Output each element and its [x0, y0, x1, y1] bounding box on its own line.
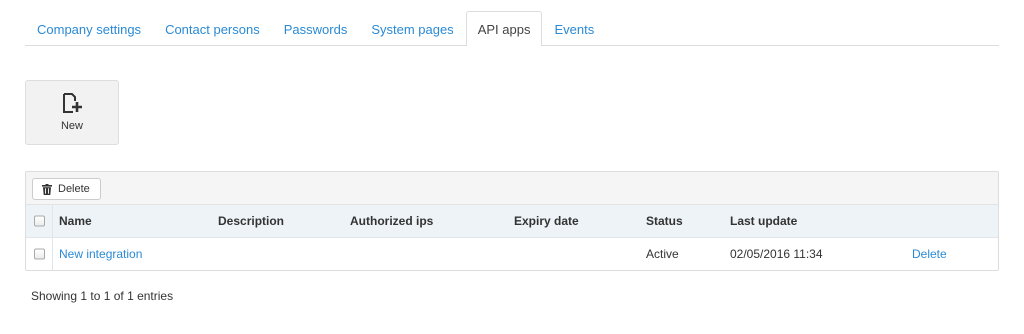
tab-company-settings[interactable]: Company settings — [25, 12, 153, 46]
tab-system-pages[interactable]: System pages — [359, 12, 465, 46]
table-row: New integration Active 02/05/2016 11:34 … — [26, 238, 998, 270]
tab-passwords[interactable]: Passwords — [272, 12, 360, 46]
table-toolbar: Delete — [26, 172, 998, 205]
row-checkbox[interactable] — [34, 248, 45, 260]
column-header-last-update[interactable]: Last update — [730, 205, 797, 237]
tab-events[interactable]: Events — [542, 12, 606, 46]
new-button[interactable]: New — [25, 80, 119, 145]
column-header-description[interactable]: Description — [218, 205, 284, 237]
api-apps-table: Delete Name Description Authorized ips E… — [25, 171, 999, 271]
table-info: Showing 1 to 1 of 1 entries — [31, 289, 174, 303]
bulk-delete-label: Delete — [58, 183, 90, 195]
column-divider — [52, 238, 53, 270]
new-button-label: New — [60, 119, 83, 132]
row-status: Active — [646, 247, 679, 261]
row-name-link[interactable]: New integration — [59, 238, 142, 270]
api-apps-page: Company settings Contact persons Passwor… — [0, 0, 1024, 334]
row-delete-link[interactable]: Delete — [912, 238, 947, 270]
column-header-status[interactable]: Status — [646, 205, 683, 237]
tab-contact-persons[interactable]: Contact persons — [153, 12, 272, 46]
column-header-authorized-ips[interactable]: Authorized ips — [350, 205, 433, 237]
select-all-checkbox[interactable] — [34, 215, 45, 227]
column-header-name[interactable]: Name — [59, 205, 92, 237]
bulk-delete-button[interactable]: Delete — [32, 178, 101, 200]
column-header-expiry-date[interactable]: Expiry date — [514, 205, 579, 237]
trash-icon — [42, 183, 52, 195]
add-document-icon — [63, 92, 82, 113]
row-last-update: 02/05/2016 11:34 — [730, 247, 823, 261]
column-divider — [52, 205, 53, 237]
settings-tabs: Company settings Contact persons Passwor… — [25, 11, 999, 46]
tab-api-apps[interactable]: API apps — [465, 11, 543, 46]
table-header: Name Description Authorized ips Expiry d… — [26, 205, 998, 238]
